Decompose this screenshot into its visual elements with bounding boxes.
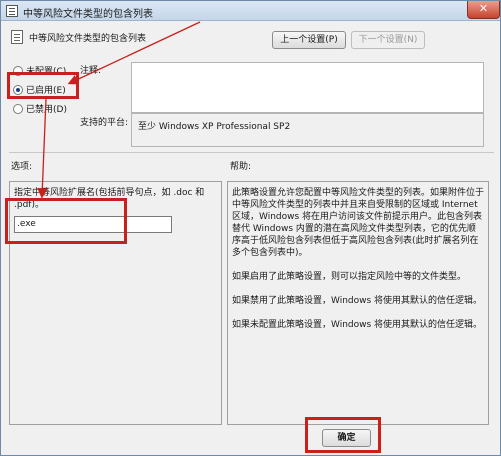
radio-disabled-label: 已禁用(D) bbox=[26, 105, 67, 115]
prev-setting-button[interactable]: 上一个设置(P) bbox=[272, 31, 346, 49]
platform-label: 支持的平台: bbox=[80, 118, 129, 128]
setting-title: 中等风险文件类型的包含列表 bbox=[29, 34, 147, 44]
comment-textarea[interactable] bbox=[131, 62, 484, 113]
help-text: 此策略设置允许您配置中等风险文件类型的列表。如果附件位于中等风险文件类型的列表中… bbox=[232, 187, 484, 343]
close-button[interactable]: ✕ bbox=[467, 1, 500, 19]
help-paragraph: 此策略设置允许您配置中等风险文件类型的列表。如果附件位于中等风险文件类型的列表中… bbox=[232, 188, 485, 258]
platform-value: 至少 Windows XP Professional SP2 bbox=[138, 122, 291, 132]
radio-disabled[interactable] bbox=[13, 104, 23, 114]
policy-icon bbox=[6, 5, 18, 17]
help-paragraph: 如果启用了此策略设置，则可以指定风险中等的文件类型。 bbox=[232, 272, 467, 282]
help-label: 帮助: bbox=[230, 162, 252, 172]
help-panel: 此策略设置允许您配置中等风险文件类型的列表。如果附件位于中等风险文件类型的列表中… bbox=[227, 181, 489, 425]
next-setting-button[interactable]: 下一个设置(N) bbox=[351, 31, 425, 49]
highlight-extension-input bbox=[5, 198, 127, 244]
highlight-enabled-radio bbox=[7, 72, 79, 99]
help-paragraph: 如果未配置此策略设置，Windows 将使用其默认的信任逻辑。 bbox=[232, 320, 483, 330]
comment-label: 注释: bbox=[80, 66, 102, 76]
highlight-ok-button bbox=[305, 417, 381, 453]
title-bar: 中等风险文件类型的包含列表 ✕ bbox=[1, 1, 500, 21]
setting-icon bbox=[11, 30, 23, 44]
help-paragraph: 如果禁用了此策略设置，Windows 将使用其默认的信任逻辑。 bbox=[232, 296, 483, 306]
platform-field: 至少 Windows XP Professional SP2 bbox=[131, 113, 484, 147]
options-label: 选项: bbox=[11, 162, 33, 172]
window-title: 中等风险文件类型的包含列表 bbox=[23, 9, 153, 20]
separator bbox=[9, 152, 494, 153]
